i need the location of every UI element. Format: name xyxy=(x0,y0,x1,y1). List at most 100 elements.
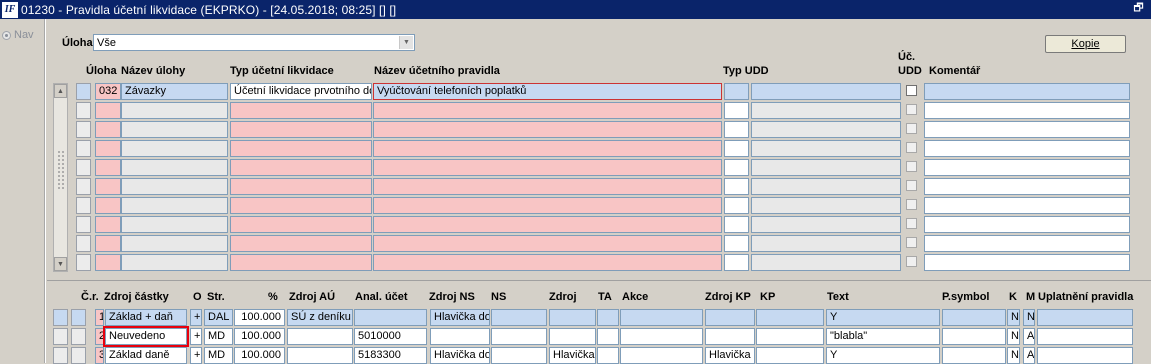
row-selector[interactable] xyxy=(71,328,86,345)
table-cell-akce[interactable] xyxy=(620,328,703,345)
table-cell-typ-udd[interactable] xyxy=(724,254,749,271)
table-cell-nazev-ulohy[interactable]: Závazky xyxy=(121,83,228,100)
row-marker[interactable] xyxy=(53,347,68,364)
kopie-button[interactable]: Kopie xyxy=(1045,35,1126,53)
scroll-down-icon[interactable]: ▼ xyxy=(54,257,67,271)
table-cell-typ-likvidace[interactable] xyxy=(230,178,372,195)
table-cell-komentar[interactable] xyxy=(924,197,1130,214)
table-cell-zdroj-kp[interactable] xyxy=(705,309,755,326)
table-cell-anal-ucet[interactable]: 5010000 xyxy=(354,328,427,345)
table-cell-typ-udd[interactable] xyxy=(724,83,749,100)
table-cell-typ-likvidace[interactable] xyxy=(230,102,372,119)
table-cell-zdroj-ns[interactable]: Hlavička do xyxy=(430,309,490,326)
table-cell-psymbol[interactable] xyxy=(942,347,1006,364)
table-cell-typ-udd[interactable] xyxy=(724,140,749,157)
table-cell-str[interactable]: MD xyxy=(204,347,233,364)
table-cell-typ-udd[interactable] xyxy=(724,216,749,233)
row-selector[interactable] xyxy=(76,254,91,271)
table-cell-uloha[interactable] xyxy=(95,197,121,214)
uc-udd-checkbox[interactable] xyxy=(906,104,917,115)
uc-udd-checkbox[interactable] xyxy=(906,218,917,229)
row-selector[interactable] xyxy=(76,216,91,233)
table-cell-o[interactable]: + xyxy=(190,347,202,364)
table-cell-anal-ucet[interactable]: 5183300 xyxy=(354,347,427,364)
row-selector[interactable] xyxy=(76,102,91,119)
table-cell-zdroj[interactable] xyxy=(549,328,596,345)
table-cell-ta[interactable] xyxy=(597,309,619,326)
table-cell-typ-likvidace[interactable] xyxy=(230,254,372,271)
uc-udd-checkbox[interactable] xyxy=(906,142,917,153)
table-cell-udd-name[interactable] xyxy=(751,83,901,100)
table-cell-k[interactable]: N xyxy=(1007,347,1020,364)
table-cell-uplatneni[interactable] xyxy=(1037,309,1133,326)
row-selector[interactable] xyxy=(76,235,91,252)
table-cell-zdroj-ns[interactable] xyxy=(430,328,490,345)
table-cell-k[interactable]: N xyxy=(1007,309,1020,326)
table-cell-text[interactable]: "blabla" xyxy=(826,328,940,345)
row-selector[interactable] xyxy=(76,159,91,176)
table-cell-ta[interactable] xyxy=(597,328,619,345)
table-cell-nazev-pravidla[interactable] xyxy=(373,159,722,176)
table-cell-komentar[interactable] xyxy=(924,140,1130,157)
table-cell-zdroj-au[interactable] xyxy=(287,347,353,364)
restore-window-icon[interactable]: 🗗 xyxy=(1132,2,1145,14)
table-cell-akce[interactable] xyxy=(620,347,703,364)
row-marker[interactable] xyxy=(53,309,68,326)
uc-udd-checkbox[interactable] xyxy=(906,256,917,267)
table-cell-zdroj[interactable] xyxy=(549,309,596,326)
table-cell-m[interactable]: N xyxy=(1023,309,1035,326)
table-cell-uloha[interactable] xyxy=(95,178,121,195)
table-cell-komentar[interactable] xyxy=(924,178,1130,195)
table-cell-zdroj-au[interactable]: SÚ z deníku xyxy=(287,309,353,326)
table-cell-typ-likvidace[interactable] xyxy=(230,140,372,157)
row-selector[interactable] xyxy=(76,140,91,157)
table-cell-komentar[interactable] xyxy=(924,121,1130,138)
uc-udd-checkbox[interactable] xyxy=(906,85,917,96)
table-cell-nazev-pravidla[interactable]: Vyúčtování telefoních poplatků xyxy=(373,83,722,100)
table-cell-komentar[interactable] xyxy=(924,254,1130,271)
table-cell-typ-likvidace[interactable]: Účetní likvidace prvotního do xyxy=(230,83,372,100)
table-cell-typ-udd[interactable] xyxy=(724,102,749,119)
table-cell-akce[interactable] xyxy=(620,309,703,326)
table-cell-o[interactable]: + xyxy=(190,309,202,326)
table-cell-nazev-pravidla[interactable] xyxy=(373,235,722,252)
table-cell-kp[interactable] xyxy=(756,328,824,345)
table-cell-str[interactable]: DAL xyxy=(204,309,233,326)
table-cell-nazev-pravidla[interactable] xyxy=(373,102,722,119)
uc-udd-checkbox[interactable] xyxy=(906,237,917,248)
table-cell-typ-udd[interactable] xyxy=(724,178,749,195)
table-cell-zdroj[interactable]: Hlavička xyxy=(549,347,596,364)
table-cell-kp[interactable] xyxy=(756,347,824,364)
table-cell-nazev-pravidla[interactable] xyxy=(373,254,722,271)
table-cell-o[interactable]: + xyxy=(190,328,202,345)
table-cell-zdroj-kp[interactable]: Hlavička xyxy=(705,347,755,364)
table-cell-psymbol[interactable] xyxy=(942,328,1006,345)
table-cell-nazev-pravidla[interactable] xyxy=(373,197,722,214)
top-table-scrollbar[interactable]: ▲ ▼ xyxy=(53,83,68,272)
chevron-down-icon[interactable]: ▼ xyxy=(399,36,413,49)
table-cell-m[interactable]: A xyxy=(1023,328,1035,345)
row-selector[interactable] xyxy=(71,309,86,326)
nav-toggle[interactable]: Nav xyxy=(2,29,34,41)
table-cell-psymbol[interactable] xyxy=(942,309,1006,326)
table-cell-kp[interactable] xyxy=(756,309,824,326)
table-cell-uloha[interactable] xyxy=(95,254,121,271)
uc-udd-checkbox[interactable] xyxy=(906,180,917,191)
row-selector[interactable] xyxy=(76,83,91,100)
table-cell-komentar[interactable] xyxy=(924,102,1130,119)
table-cell-uloha[interactable] xyxy=(95,216,121,233)
table-cell-komentar[interactable] xyxy=(924,235,1130,252)
row-selector[interactable] xyxy=(76,178,91,195)
table-cell-pct[interactable]: 100.000 xyxy=(234,328,285,345)
uc-udd-checkbox[interactable] xyxy=(906,123,917,134)
table-cell-typ-likvidace[interactable] xyxy=(230,235,372,252)
uc-udd-checkbox[interactable] xyxy=(906,199,917,210)
table-cell-zdroj-castky[interactable]: Základ + daň xyxy=(105,309,187,326)
table-cell-typ-udd[interactable] xyxy=(724,235,749,252)
table-cell-nazev-pravidla[interactable] xyxy=(373,121,722,138)
table-cell-komentar[interactable] xyxy=(924,83,1130,100)
row-selector[interactable] xyxy=(71,347,86,364)
table-cell-pct[interactable]: 100.000 xyxy=(234,309,285,326)
table-cell-typ-likvidace[interactable] xyxy=(230,121,372,138)
uc-udd-checkbox[interactable] xyxy=(906,161,917,172)
